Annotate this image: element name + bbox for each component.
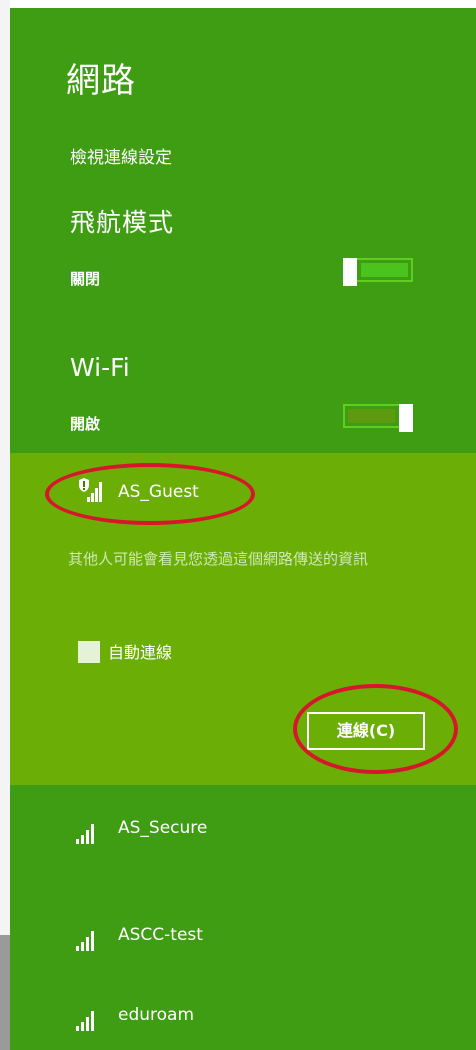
signal-bar xyxy=(81,942,84,951)
toggle-thumb xyxy=(343,258,357,286)
signal-bar xyxy=(81,835,84,844)
view-connection-settings-link[interactable]: 檢視連線設定 xyxy=(70,143,172,168)
security-warning-text: 其他人可能會看見您透過這個網路傳送的資訊 xyxy=(68,550,369,568)
annotation-circle-connect xyxy=(293,684,458,774)
network-item-eduroam[interactable]: eduroam xyxy=(10,990,476,1050)
background-window-edge xyxy=(0,0,10,1050)
network-item-as-secure[interactable]: AS_Secure xyxy=(10,803,476,863)
signal-bar xyxy=(86,830,89,844)
wifi-state: 開啟 xyxy=(70,415,101,433)
signal-bar xyxy=(91,1011,94,1031)
network-name: ASCC-test xyxy=(118,925,203,945)
wifi-signal-icon xyxy=(76,929,100,951)
signal-bar xyxy=(91,824,94,844)
signal-bar xyxy=(81,1022,84,1031)
toggle-thumb xyxy=(399,404,413,432)
signal-bar xyxy=(86,937,89,951)
signal-bar xyxy=(76,946,79,951)
auto-connect-checkbox[interactable] xyxy=(78,641,100,663)
network-name: AS_Secure xyxy=(118,818,208,838)
airplane-mode-state: 關閉 xyxy=(70,270,101,288)
signal-bar xyxy=(76,1026,79,1031)
network-name: eduroam xyxy=(118,1005,195,1025)
airplane-mode-toggle[interactable] xyxy=(343,258,413,286)
wifi-signal-icon xyxy=(76,822,100,844)
toggle-track-fill xyxy=(348,409,395,423)
network-flyout: 網路 檢視連線設定 飛航模式 關閉 Wi-Fi 開啟 AS_Guest 其他人可… xyxy=(10,8,476,1050)
network-item-ascc-test[interactable]: ASCC-test xyxy=(10,910,476,970)
wifi-title: Wi-Fi xyxy=(70,353,130,382)
page-title: 網路 xyxy=(66,61,136,101)
wifi-toggle[interactable] xyxy=(343,404,413,432)
signal-bar xyxy=(86,1017,89,1031)
signal-bar xyxy=(76,839,79,844)
toggle-track-fill xyxy=(361,263,408,277)
annotation-circle-network xyxy=(45,463,255,525)
signal-bar xyxy=(91,931,94,951)
auto-connect-label: 自動連線 xyxy=(108,643,173,662)
airplane-mode-title: 飛航模式 xyxy=(70,208,175,237)
background-window-edge-dark xyxy=(0,935,10,1050)
wifi-signal-icon xyxy=(76,1009,100,1031)
